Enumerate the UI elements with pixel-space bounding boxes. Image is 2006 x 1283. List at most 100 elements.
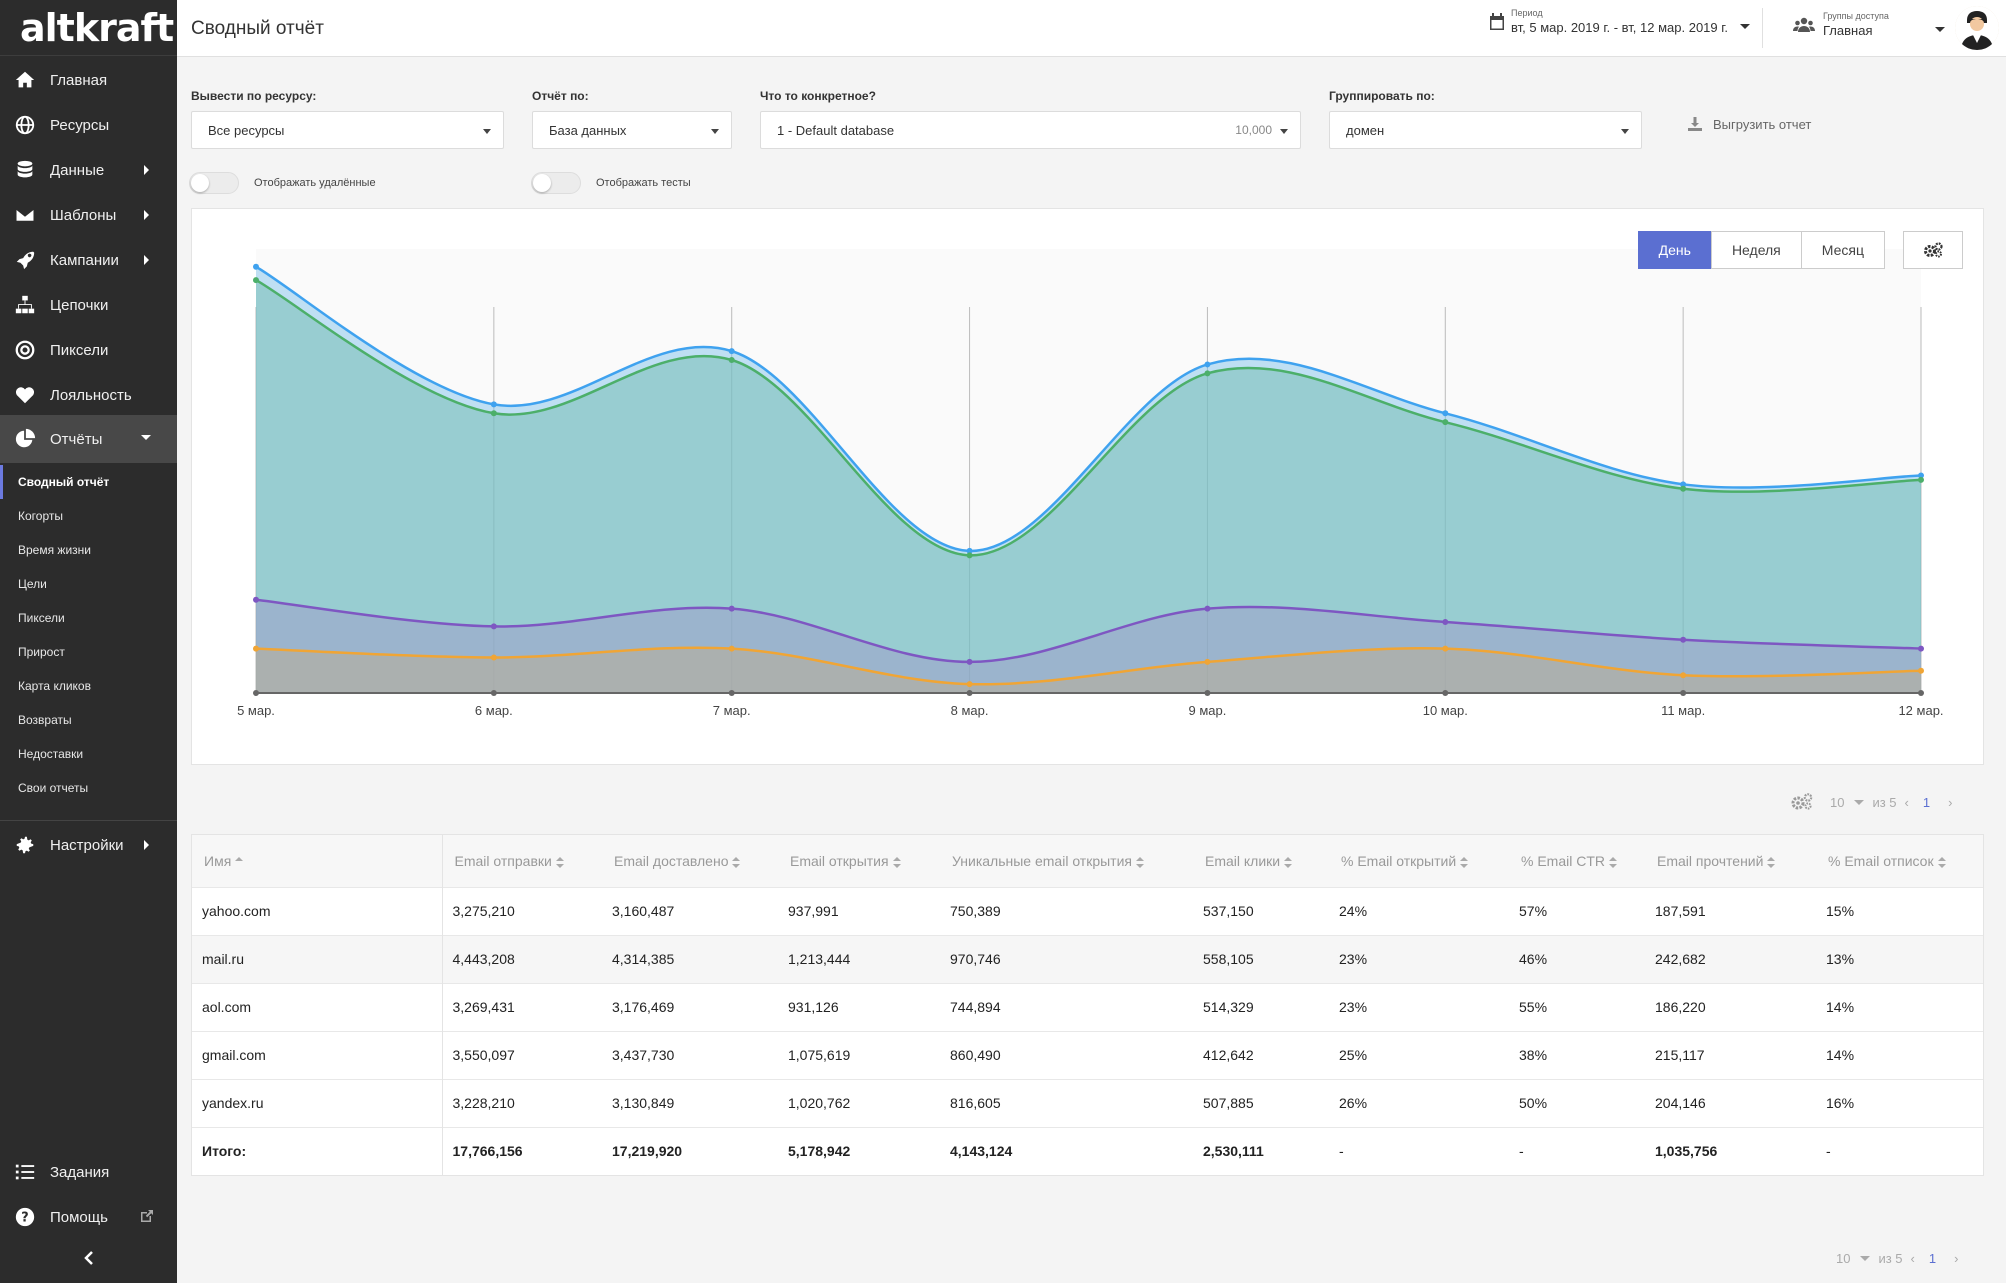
subnav-cohorts[interactable]: Когорты [0, 499, 177, 533]
sidebar-item-label: Лояльность [50, 386, 132, 404]
table-cell: 3,176,469 [612, 999, 675, 1015]
sort-icon [1136, 856, 1144, 868]
table-header-row: Имя Email отправки Email доставлено Emai… [192, 835, 1983, 887]
chevron-right-icon [144, 210, 149, 220]
table-cell: 412,642 [1203, 1047, 1254, 1063]
sidebar-item-loyalty[interactable]: Лояльность [0, 373, 177, 417]
gears-icon[interactable] [1790, 792, 1814, 812]
subnav-summary-report[interactable]: Сводный отчёт [0, 465, 177, 499]
group-by-value: домен [1346, 122, 1385, 138]
chevron-down-icon [1854, 799, 1865, 805]
avatar[interactable] [1955, 6, 1999, 50]
next-page-icon[interactable]: › [1948, 795, 1952, 810]
table-cell: 242,682 [1655, 951, 1706, 967]
resource-select[interactable]: Все ресурсы [191, 111, 504, 149]
col-header-unsub-rate[interactable]: % Email отписок [1816, 835, 1983, 887]
table-cell: 816,605 [950, 1095, 1001, 1111]
specific-select[interactable]: 1 - Default database 10,000 [760, 111, 1301, 149]
group-by-select[interactable]: домен [1329, 111, 1642, 149]
export-report-button[interactable]: Выгрузить отчет [1687, 116, 1811, 132]
data-point [490, 623, 497, 630]
access-groups-label: Группы доступа [1823, 11, 1889, 21]
data-point [728, 357, 735, 363]
table-cell: 23% [1339, 999, 1368, 1015]
col-header-opens[interactable]: Email открытия [778, 835, 940, 887]
current-page[interactable]: 1 [1923, 795, 1930, 810]
sort-icon [1937, 856, 1946, 868]
sort-icon [1284, 856, 1293, 868]
chart-settings-button[interactable] [1903, 231, 1963, 269]
tab-week[interactable]: Неделя [1710, 231, 1802, 269]
prev-page-icon[interactable]: ‹ [1911, 1251, 1915, 1266]
external-link-icon [139, 1208, 155, 1228]
sidebar-item-pixels[interactable]: Пиксели [0, 328, 177, 372]
chevron-right-icon [144, 255, 149, 265]
chevron-down-icon [711, 129, 719, 134]
sidebar-item-data[interactable]: Данные [0, 148, 177, 192]
sidebar-item-templates[interactable]: Шаблоны [0, 193, 177, 237]
col-header-sends[interactable]: Email отправки [442, 835, 602, 887]
data-point [490, 410, 497, 417]
table-cell: 970,746 [950, 951, 1001, 967]
table-row: aol.com 3,269,431 3,176,469 931,126 744,894 5… [192, 983, 1983, 1031]
col-header-open-rate[interactable]: % Email открытий [1329, 835, 1509, 887]
subnav-custom-reports[interactable]: Свои отчеты [0, 771, 177, 805]
total-cell: 17,219,920 [612, 1143, 683, 1160]
col-header-ctr[interactable]: % Email CTR [1509, 835, 1645, 887]
data-point [1918, 667, 1924, 674]
sidebar-item-label: Кампании [50, 251, 119, 269]
data-point [1680, 636, 1687, 643]
table-cell: 507,885 [1203, 1095, 1254, 1111]
x-tick-label: 5 мар. [237, 703, 275, 718]
per-page-select[interactable]: 10 [1836, 1251, 1850, 1266]
show-deleted-toggle[interactable] [189, 172, 239, 194]
current-page[interactable]: 1 [1929, 1251, 1936, 1266]
x-tick-label: 7 мар. [713, 703, 751, 718]
data-point [1918, 645, 1924, 652]
axis-point [253, 690, 259, 696]
col-header-unique-opens[interactable]: Уникальные email открытия [940, 835, 1193, 887]
data-point [1204, 370, 1211, 377]
sidebar-item-settings[interactable]: Настройки [0, 823, 177, 867]
next-page-icon[interactable]: › [1954, 1251, 1958, 1266]
sidebar-item-reports[interactable]: Отчёты [0, 415, 177, 463]
per-page-select[interactable]: 10 [1830, 795, 1844, 810]
envelope-icon [12, 202, 38, 228]
subnav-returns[interactable]: Возвраты [0, 703, 177, 737]
access-groups-picker[interactable]: Группы доступа Главная [1793, 11, 1945, 38]
sidebar-item-chains[interactable]: Цепочки [0, 283, 177, 327]
subnav-goals[interactable]: Цели [0, 567, 177, 601]
axis-point [728, 690, 735, 696]
sidebar-item-tasks[interactable]: Задания [0, 1150, 177, 1194]
header-divider [1762, 8, 1763, 48]
sidebar-item-help[interactable]: ? Помощь [0, 1195, 177, 1239]
subnav-click-map[interactable]: Карта кликов [0, 669, 177, 703]
chevron-down-icon [1934, 27, 1945, 32]
table-cell: 38% [1519, 1047, 1548, 1063]
subnav-pixels[interactable]: Пиксели [0, 601, 177, 635]
sidebar-item-resources[interactable]: Ресурсы [0, 103, 177, 147]
table-cell: 187,591 [1655, 903, 1706, 919]
sidebar-item-home[interactable]: Главная [0, 58, 177, 102]
show-tests-toggle[interactable] [531, 172, 581, 194]
data-point [966, 552, 973, 559]
prev-page-icon[interactable]: ‹ [1905, 795, 1909, 810]
subnav-bounces[interactable]: Недоставки [0, 737, 177, 771]
period-picker[interactable]: Период вт, 5 мар. 2019 г. - вт, 12 мар. … [1489, 8, 1751, 35]
x-tick-label: 11 мар. [1661, 703, 1705, 718]
tab-month[interactable]: Месяц [1800, 231, 1885, 269]
col-header-reads[interactable]: Email прочтений [1645, 835, 1816, 887]
collapse-sidebar-button[interactable] [0, 1243, 177, 1273]
subnav-growth[interactable]: Прирост [0, 635, 177, 669]
sidebar: altkraft Главная Ресурсы Данные Шаблоны … [0, 0, 177, 1283]
home-icon [12, 67, 38, 93]
col-header-delivered[interactable]: Email доставлено [602, 835, 778, 887]
report-by-select[interactable]: База данных [532, 111, 732, 149]
col-header-name[interactable]: Имя [192, 835, 443, 887]
table-cell: 860,490 [950, 1047, 1001, 1063]
col-header-clicks[interactable]: Email клики [1193, 835, 1329, 887]
table-cell: 14% [1826, 1047, 1855, 1063]
tab-day[interactable]: День [1637, 231, 1712, 269]
subnav-lifetime[interactable]: Время жизни [0, 533, 177, 567]
sidebar-item-campaigns[interactable]: Кампании [0, 238, 177, 282]
